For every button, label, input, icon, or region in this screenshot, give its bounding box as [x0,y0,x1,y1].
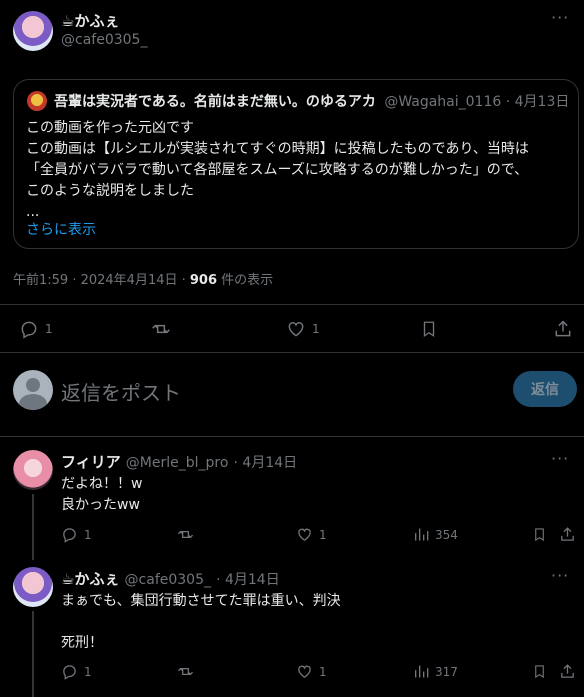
views-count: 906 [189,273,218,288]
quote-line: ... [26,204,40,220]
reply-icon [61,526,78,543]
retweet-icon [176,526,195,543]
quote-line: この動画は【ルシエルが実装されてすぐの時期】に投稿したものであり、当時は [26,141,529,157]
like-count: 1 [319,664,327,679]
like-icon [286,319,306,339]
like-button[interactable]: 1 [296,526,327,543]
composer-avatar [13,370,53,410]
thread-line [32,611,34,697]
share-button[interactable] [559,663,576,680]
reply-count: 1 [84,527,92,542]
quote-body: この動画を作った元凶です この動画は【ルシエルが実装されてすぐの時期】に投稿した… [26,118,572,223]
reply-avatar[interactable] [13,450,53,490]
post-meta: 午前1:59 · 2024年4月14日 · 906 件の表示 [13,269,273,288]
reply-text: まぁでも、集団行動させてた罪は重い、判決 死刑！ [61,591,341,654]
reply-line: 死刑！ [61,635,103,651]
reply-button[interactable]: 1 [61,526,92,543]
like-count: 1 [319,527,327,542]
reply-icon [61,663,78,680]
reply-line: 良かったww [61,497,140,513]
bookmark-icon [420,319,438,339]
more-icon[interactable]: ··· [551,566,569,585]
reply-display-name[interactable]: ☕かふぇ [61,570,119,588]
views-icon [413,663,429,680]
reply-count: 1 [84,664,92,679]
reply-date[interactable]: · 4月14日 [234,455,298,471]
reply-line [61,612,341,633]
more-icon[interactable]: ··· [551,8,569,27]
reply-handle[interactable]: @cafe0305_ [125,572,211,588]
divider [0,304,584,305]
author-handle[interactable]: @cafe0305_ [61,32,147,48]
like-icon [296,526,313,543]
reply-line: まぁでも、集団行動させてた罪は重い、判決 [61,593,341,609]
quote-line: この動画を作った元凶です [26,120,194,136]
views-label: 件の表示 [217,273,274,288]
views-button[interactable]: 354 [413,526,458,543]
views-count: 354 [435,527,458,542]
repost-button[interactable] [176,663,195,680]
repost-button[interactable] [150,319,172,339]
reply-button[interactable]: 1 [61,663,92,680]
retweet-icon [150,319,172,339]
divider [0,436,584,437]
author-avatar[interactable] [13,11,53,51]
reply-submit-button[interactable]: 返信 [513,371,577,407]
author-display-name[interactable]: ☕かふぇ [61,10,119,31]
reply-button[interactable]: 1 [19,319,53,339]
quote-author-handle: @Wagahai_0116 [384,94,502,110]
reply-date[interactable]: · 4月14日 [216,572,280,588]
bookmark-button[interactable] [532,663,547,680]
share-icon [559,663,576,680]
share-icon [559,526,576,543]
quote-line: このような説明をしました [26,183,194,199]
like-icon [296,663,313,680]
share-button[interactable] [559,526,576,543]
show-more-link[interactable]: さらに表示 [26,219,96,239]
divider [0,352,584,353]
reply-input[interactable]: 返信をポスト [61,377,181,406]
thread-line [32,494,34,560]
bookmark-button[interactable] [420,319,438,339]
reply-count: 1 [45,322,53,336]
bookmark-button[interactable] [532,526,547,543]
bookmark-icon [532,526,547,543]
reply-line: だよね！！w [61,476,143,492]
quote-author-avatar [27,91,47,111]
reply-text: だよね！！w 良かったww [61,474,142,516]
more-icon[interactable]: ··· [551,449,569,468]
quote-date: · 4月13日 [505,94,570,110]
views-button[interactable]: 317 [413,663,458,680]
post-timestamp[interactable]: 午前1:59 · 2024年4月14日 · [13,273,190,288]
views-count: 317 [435,664,458,679]
like-button[interactable]: 1 [286,319,320,339]
quote-line: 「全員がバラバラで動いて各部屋をスムーズに攻略するのが難しかった」ので、 [26,162,529,178]
reply-display-name[interactable]: フィリア [61,453,121,471]
bookmark-icon [532,663,547,680]
views-icon [413,526,429,543]
repost-button[interactable] [176,526,195,543]
quote-author-name: 吾輩は実況者である。名前はまだ無い。のゆるアカ [54,94,376,110]
like-count: 1 [312,322,320,336]
reply-icon [19,319,39,339]
share-button[interactable] [553,319,573,339]
reply-handle[interactable]: @Merle_bl_pro [126,455,229,471]
quoted-post[interactable]: 吾輩は実況者である。名前はまだ無い。のゆるアカ @Wagahai_0116 · … [13,79,579,249]
like-button[interactable]: 1 [296,663,327,680]
retweet-icon [176,663,195,680]
share-icon [553,319,573,339]
reply-avatar[interactable] [13,567,53,607]
